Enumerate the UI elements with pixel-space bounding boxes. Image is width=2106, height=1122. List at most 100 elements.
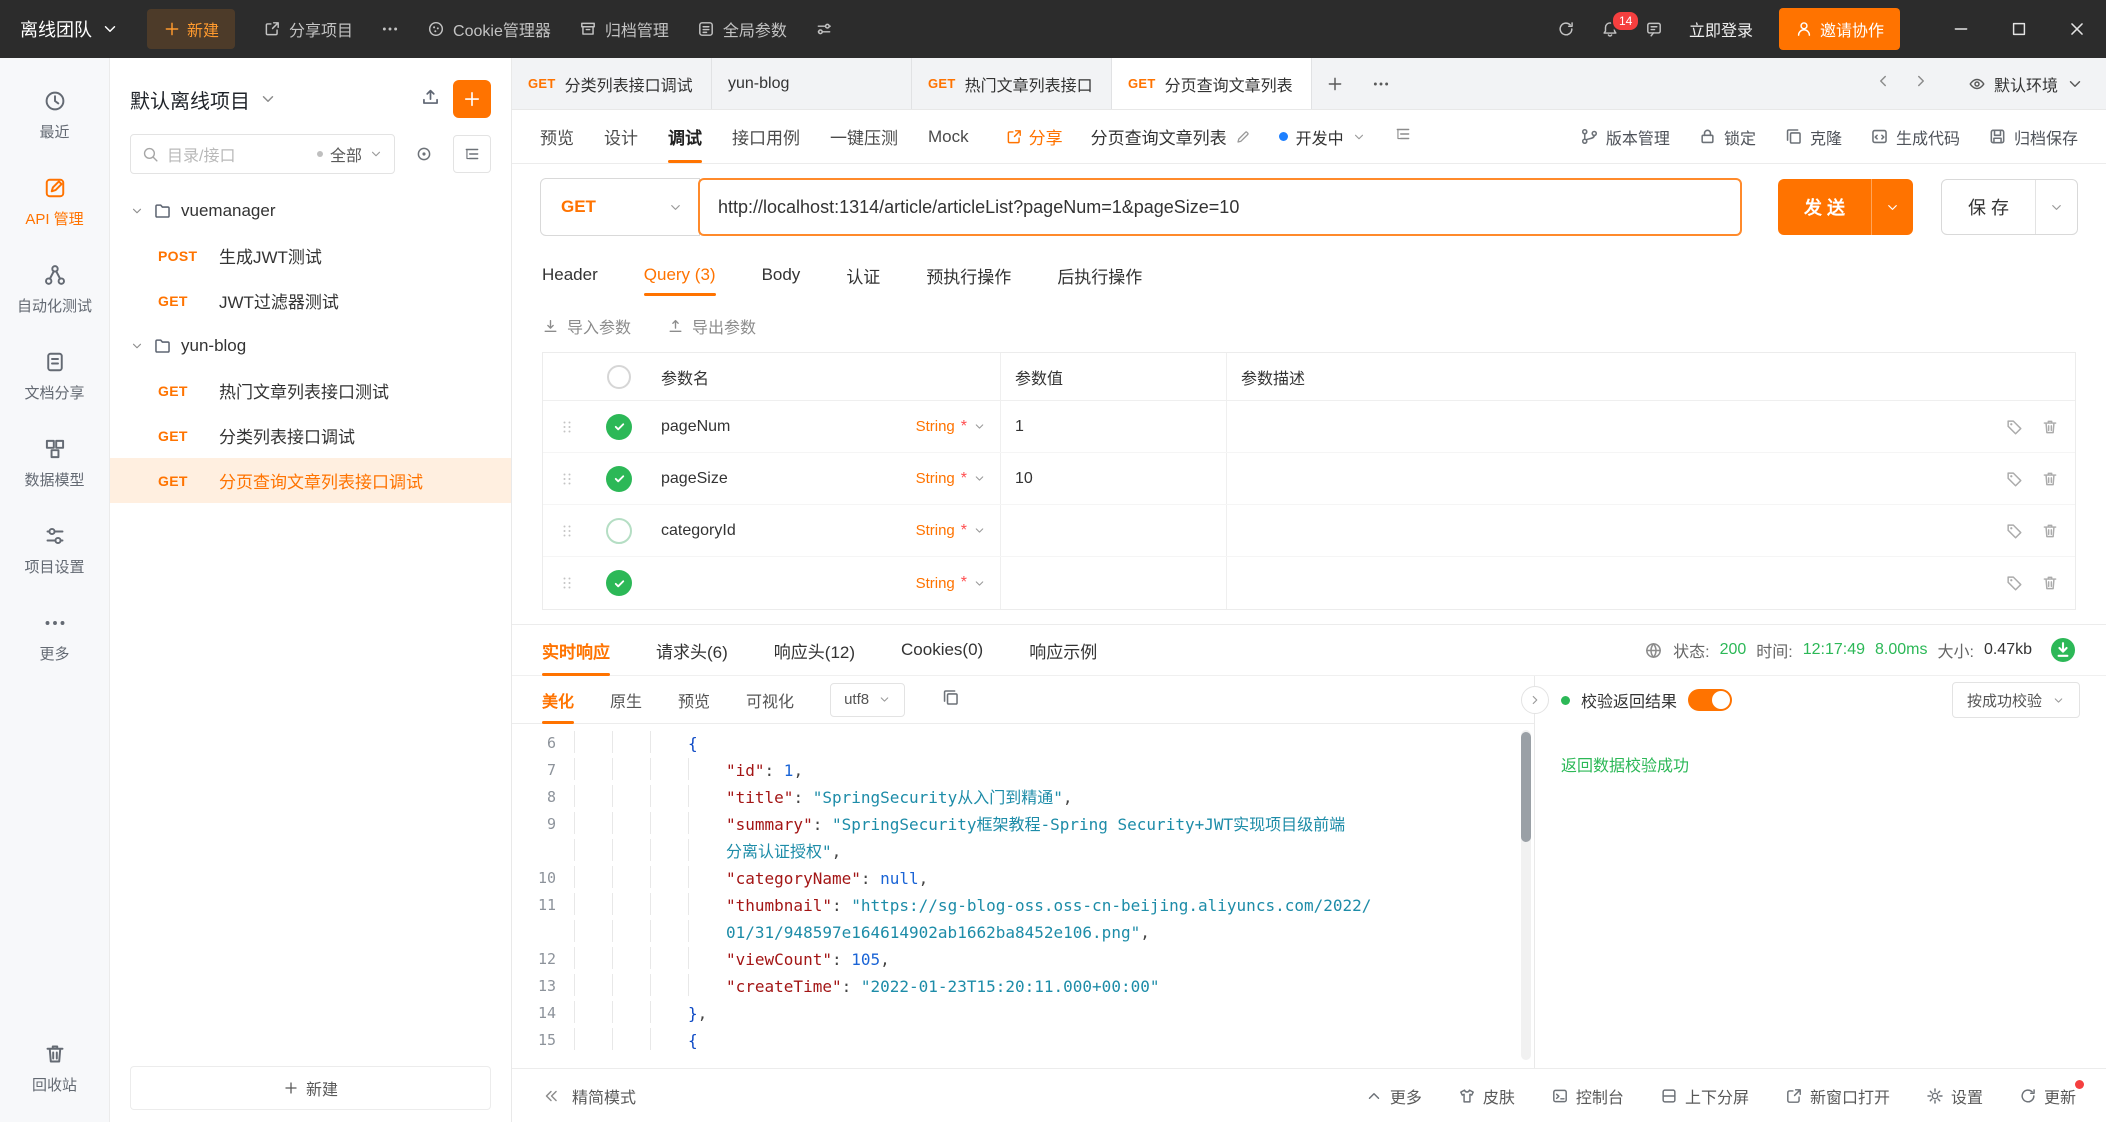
tabs-more-button[interactable]	[1358, 58, 1404, 109]
feedback-button[interactable]	[1645, 20, 1663, 38]
doc-tab-2[interactable]: GET热门文章列表接口	[912, 58, 1112, 109]
url-input[interactable]	[698, 178, 1742, 236]
nav-item-5[interactable]: 项目设置	[0, 507, 109, 594]
resp-tab-4[interactable]: 响应示例	[1029, 625, 1097, 675]
share-project-button[interactable]: 分享项目	[263, 17, 353, 41]
action-button-4[interactable]: 归档保存	[1988, 125, 2078, 149]
req-tab-1[interactable]: Query (3)	[644, 250, 716, 300]
param-name-input[interactable]: categoryId	[661, 522, 736, 540]
login-button[interactable]: 立即登录	[1689, 17, 1753, 41]
mindmap-button[interactable]	[1394, 125, 1412, 148]
export-params-button[interactable]: 导出参数	[667, 314, 756, 338]
resp-tab-3[interactable]: Cookies(0)	[901, 625, 983, 675]
delete-param-icon[interactable]	[2041, 470, 2059, 488]
archive-manage-button[interactable]: 归档管理	[579, 17, 669, 41]
tree-new-button[interactable]: 新建	[130, 1066, 491, 1110]
add-tab-button[interactable]	[1312, 58, 1358, 109]
tag-icon[interactable]	[2005, 418, 2023, 436]
save-options-button[interactable]	[2035, 180, 2077, 234]
ws-tab-3[interactable]: 接口用例	[732, 110, 800, 163]
statusbar-item-5[interactable]: 设置	[1926, 1084, 1983, 1108]
tree-api-item[interactable]: GET分类列表接口调试	[110, 413, 511, 458]
locate-current-button[interactable]	[405, 135, 443, 173]
statusbar-item-1[interactable]: 皮肤	[1458, 1084, 1515, 1108]
view-tab-0[interactable]: 美化	[542, 676, 574, 723]
statusbar-item-3[interactable]: 上下分屏	[1660, 1084, 1749, 1108]
ws-tab-1[interactable]: 设计	[604, 110, 638, 163]
tree-api-item[interactable]: GETJWT过滤器测试	[110, 278, 511, 323]
method-select[interactable]: GET	[540, 178, 700, 236]
param-type-select[interactable]: String*	[883, 557, 1001, 609]
param-value-input[interactable]: 1	[1015, 418, 1024, 436]
view-tab-1[interactable]: 原生	[610, 676, 642, 723]
drag-handle[interactable]	[559, 471, 575, 487]
close-button[interactable]	[2048, 0, 2106, 58]
tab-scroll-left-button[interactable]	[1874, 72, 1892, 95]
copy-response-button[interactable]	[941, 688, 960, 712]
param-type-select[interactable]: String*	[883, 453, 1001, 504]
global-params-button[interactable]: 全局参数	[697, 17, 787, 41]
ws-tab-0[interactable]: 预览	[540, 110, 574, 163]
nav-item-2[interactable]: 自动化测试	[0, 246, 109, 333]
tree-api-item[interactable]: GET分页查询文章列表接口调试	[110, 458, 511, 503]
validation-toggle[interactable]	[1688, 689, 1732, 711]
collapse-tree-button[interactable]	[453, 135, 491, 173]
drag-handle[interactable]	[559, 419, 575, 435]
minimize-button[interactable]	[1932, 0, 1990, 58]
nav-item-6[interactable]: 更多	[0, 594, 109, 681]
param-type-select[interactable]: String*	[883, 505, 1001, 556]
param-enabled-checkbox[interactable]	[606, 414, 632, 440]
nav-item-3[interactable]: 文档分享	[0, 333, 109, 420]
tree-search-input[interactable]: 目录/接口 全部	[130, 134, 395, 174]
maximize-button[interactable]	[1990, 0, 2048, 58]
resp-tab-1[interactable]: 请求头(6)	[656, 625, 728, 675]
tree-api-item[interactable]: POST生成JWT测试	[110, 233, 511, 278]
doc-tab-0[interactable]: GET分类列表接口调试	[512, 58, 712, 109]
environment-selector[interactable]: 默认环境	[1950, 72, 2084, 96]
send-options-button[interactable]	[1871, 179, 1913, 235]
resp-tab-0[interactable]: 实时响应	[542, 625, 610, 675]
nav-item-1[interactable]: API 管理	[0, 159, 109, 246]
statusbar-item-0[interactable]: 更多	[1365, 1084, 1422, 1108]
ws-tab-4[interactable]: 一键压测	[830, 110, 898, 163]
share-api-button[interactable]: 分享	[1005, 124, 1063, 149]
invite-button[interactable]: 邀请协作	[1779, 8, 1900, 50]
req-tab-0[interactable]: Header	[542, 250, 598, 300]
ws-tab-2[interactable]: 调试	[668, 110, 702, 163]
doc-tab-3[interactable]: GET分页查询文章列表	[1112, 58, 1312, 109]
action-button-0[interactable]: 版本管理	[1580, 125, 1670, 149]
param-name-input[interactable]: pageNum	[661, 418, 730, 436]
view-tab-2[interactable]: 预览	[678, 676, 710, 723]
nav-item-0[interactable]: 最近	[0, 72, 109, 159]
statusbar-item-2[interactable]: 控制台	[1551, 1084, 1624, 1108]
tag-icon[interactable]	[2005, 522, 2023, 540]
param-enabled-checkbox[interactable]	[606, 466, 632, 492]
api-status-selector[interactable]: 开发中	[1279, 125, 1366, 149]
tree-folder[interactable]: yun-blog	[110, 323, 511, 368]
cookie-manager-button[interactable]: Cookie管理器	[427, 17, 551, 41]
project-switcher[interactable]: 默认离线项目	[130, 85, 277, 114]
select-all-checkbox[interactable]	[607, 365, 631, 389]
nav-item-4[interactable]: 数据模型	[0, 420, 109, 507]
param-enabled-checkbox[interactable]	[606, 570, 632, 596]
add-api-button[interactable]	[453, 80, 491, 118]
new-button[interactable]: 新建	[147, 9, 235, 49]
import-project-button[interactable]	[420, 86, 441, 112]
encoding-select[interactable]: utf8	[830, 683, 905, 717]
send-button[interactable]: 发 送	[1778, 179, 1913, 235]
view-tab-3[interactable]: 可视化	[746, 676, 794, 723]
action-button-3[interactable]: 生成代码	[1870, 125, 1960, 149]
statusbar-item-4[interactable]: 新窗口打开	[1785, 1084, 1890, 1108]
ws-tab-5[interactable]: Mock	[928, 110, 969, 163]
tab-scroll-right-button[interactable]	[1912, 72, 1930, 95]
action-button-2[interactable]: 克隆	[1784, 125, 1842, 149]
tag-icon[interactable]	[2005, 574, 2023, 592]
validation-mode-select[interactable]: 按成功校验	[1952, 682, 2080, 718]
doc-tab-1[interactable]: yun-blog	[712, 58, 912, 109]
sync-button[interactable]	[1557, 20, 1575, 38]
scope-filter[interactable]: 全部	[317, 142, 383, 166]
code-scrollbar[interactable]	[1521, 730, 1531, 1060]
layout-adjust-button[interactable]	[815, 20, 833, 38]
action-button-1[interactable]: 锁定	[1698, 125, 1756, 149]
topbar-more-button[interactable]	[381, 20, 399, 38]
